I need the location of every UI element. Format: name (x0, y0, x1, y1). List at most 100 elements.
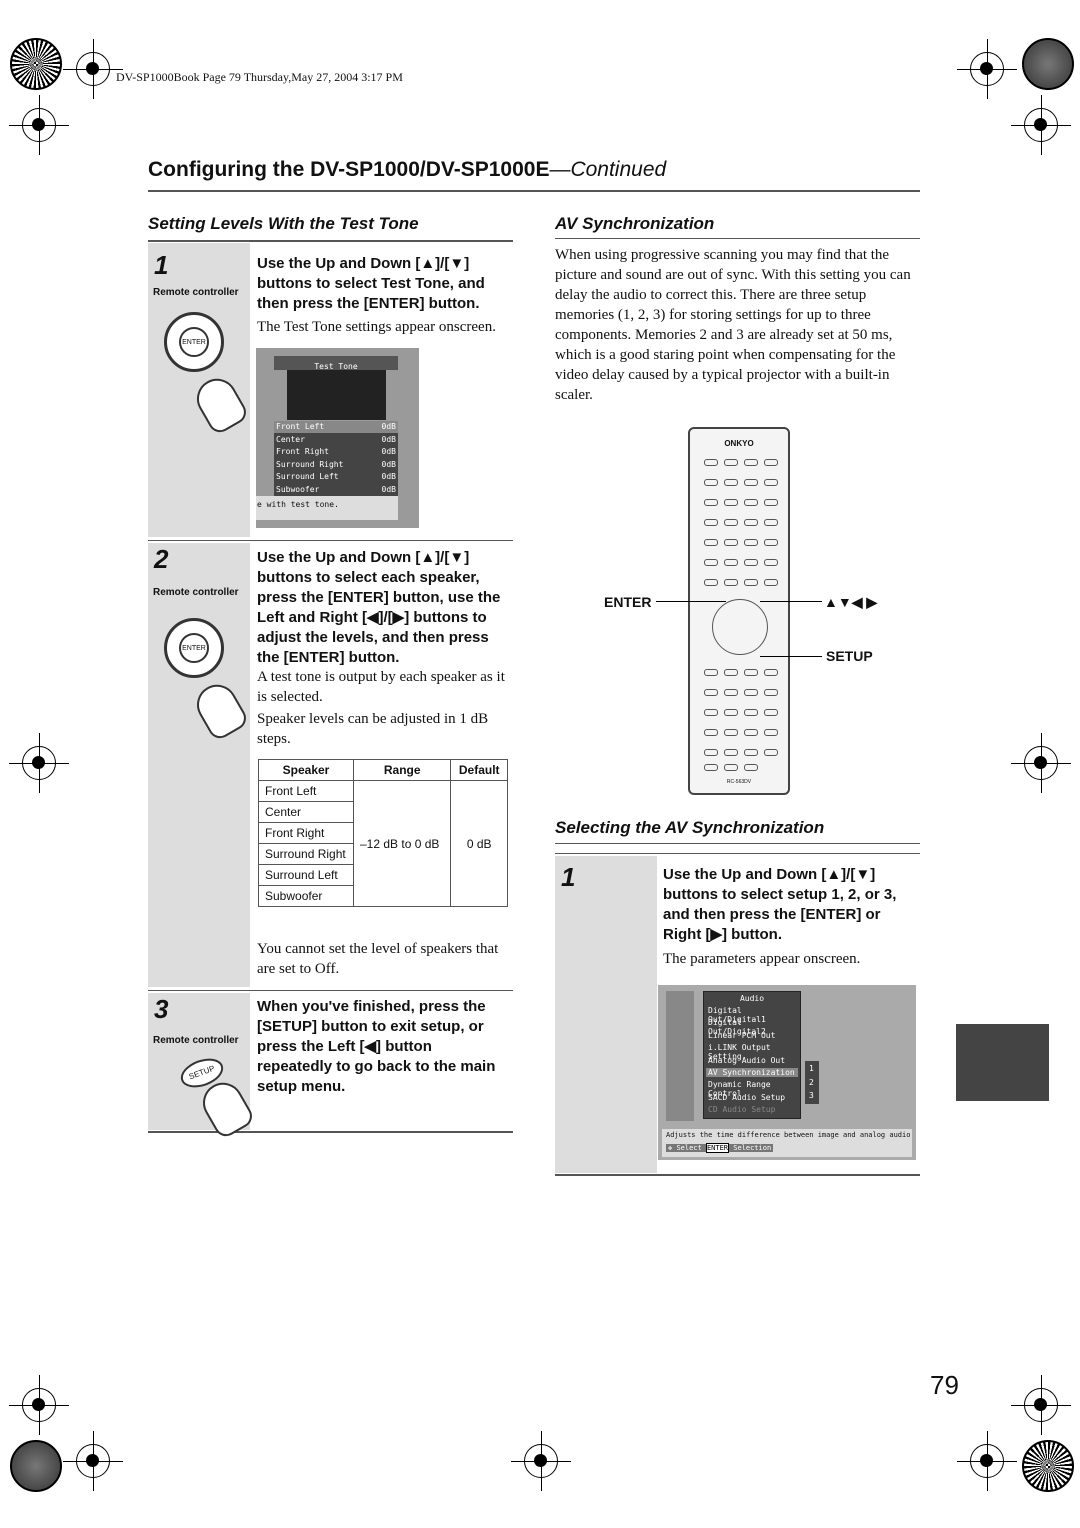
remote-button-icon (764, 479, 778, 486)
remote-button-icon (704, 539, 718, 546)
crosshair-mark (63, 1431, 123, 1491)
crosshair-mark (511, 1431, 571, 1491)
remote-button-icon (724, 479, 738, 486)
remote-dial-icon: ENTER (164, 618, 224, 678)
remote-button-icon (704, 764, 718, 771)
divider (555, 843, 920, 844)
remote-button-icon (744, 689, 758, 696)
remote-button-icon (764, 579, 778, 586)
divider (148, 1131, 513, 1133)
title-rule (148, 190, 920, 192)
remote-label: Remote controller (153, 1035, 239, 1046)
test-tone-screen: Test Tone Front Left 0dB Center 0dB Front Ri… (256, 348, 419, 528)
remote-button-icon (744, 459, 758, 466)
crosshair-mark (63, 39, 123, 99)
divider (555, 853, 920, 854)
osd-row: Center 0dB (276, 434, 396, 444)
setup-callout: SETUP (826, 648, 873, 664)
remote-button-icon (724, 689, 738, 696)
remote-button-icon (724, 459, 738, 466)
arrows-callout: ▲▼◀ ▶ (824, 594, 878, 610)
remote-button-icon (724, 499, 738, 506)
remote-button-icon (724, 729, 738, 736)
crosshair-mark (9, 733, 69, 793)
av-sync-screen: Audio Digital Out/Digital1 Digital Out/Di… (658, 985, 916, 1160)
remote-label: Remote controller (153, 587, 239, 598)
osd-menu-item: Analog Audio Out (708, 1055, 786, 1065)
osd-row: Front Left 0dB (274, 421, 398, 433)
divider (148, 240, 513, 242)
print-header: DV-SP1000Book Page 79 Thursday,May 27, 2… (116, 70, 403, 84)
remote-button-icon (704, 749, 718, 756)
remote-button-icon (724, 764, 738, 771)
registration-wheel (1022, 38, 1074, 90)
remote-button-icon (724, 559, 738, 566)
step-instruction: When you've finished, press the [SETUP] … (257, 998, 496, 1095)
step-instruction: Use the Up and Down [▲]/[▼] buttons to s… (257, 549, 501, 666)
remote-button-icon (764, 709, 778, 716)
crosshair-mark (1011, 733, 1071, 793)
divider (555, 238, 920, 239)
remote-button-icon (704, 669, 718, 676)
section-heading: AV Synchronization (555, 214, 715, 233)
remote-button-icon (704, 689, 718, 696)
remote-button-icon (764, 519, 778, 526)
osd-menu-item: SACD Audio Setup (708, 1092, 786, 1102)
remote-button-icon (724, 539, 738, 546)
remote-button-icon (724, 749, 738, 756)
crosshair-mark (957, 39, 1017, 99)
section-heading: Setting Levels With the Test Tone (148, 214, 419, 233)
registration-wheel (1022, 1440, 1074, 1492)
step-text: The Test Tone settings appear onscreen. (257, 319, 496, 335)
remote-button-icon (704, 459, 718, 466)
step-number: 2 (154, 544, 169, 574)
remote-control-illustration: ONKYO RC-563DV (688, 427, 790, 795)
remote-button-icon (764, 499, 778, 506)
crosshair-mark (957, 1431, 1017, 1491)
osd-row: Surround Left 0dB (276, 472, 396, 481)
remote-button-icon (744, 499, 758, 506)
step-number: 1 (154, 250, 169, 280)
divider (148, 540, 513, 541)
remote-button-icon (704, 709, 718, 716)
osd-row: Subwoofer 0dB (276, 484, 396, 494)
remote-button-icon (744, 539, 758, 546)
remote-button-icon (744, 579, 758, 586)
remote-button-icon (724, 669, 738, 676)
note-text: You cannot set the level of speakers tha… (257, 941, 499, 977)
osd-row: Surround Right 0dB (276, 459, 396, 469)
divider (555, 1174, 920, 1176)
remote-button-icon (744, 669, 758, 676)
remote-button-icon (724, 709, 738, 716)
speaker-level-table: Speaker Range Default Front Left –12 dB to … (258, 759, 508, 907)
enter-callout: ENTER (604, 594, 652, 610)
speaker-icons (287, 370, 386, 420)
remote-button-icon (724, 579, 738, 586)
remote-button-icon (724, 519, 738, 526)
remote-button-icon (744, 729, 758, 736)
remote-button-icon (764, 689, 778, 696)
remote-button-icon (764, 459, 778, 466)
crosshair-mark (1011, 1375, 1071, 1435)
page-title: Configuring the DV-SP1000/DV-SP1000E—Con… (148, 158, 667, 181)
osd-menu-item: CD Audio Setup (708, 1105, 776, 1115)
remote-label: Remote controller (153, 287, 239, 298)
remote-button-icon (704, 499, 718, 506)
divider (148, 990, 513, 991)
remote-button-icon (764, 539, 778, 546)
remote-button-icon (744, 749, 758, 756)
section-heading: Selecting the AV Synchronization (555, 818, 825, 837)
intro-text: When using progressive scanning you may … (555, 247, 911, 403)
registration-wheel (10, 1440, 62, 1492)
crosshair-mark (9, 1375, 69, 1435)
remote-button-icon (764, 559, 778, 566)
remote-button-icon (744, 479, 758, 486)
section-tab (956, 1024, 1049, 1101)
osd-menu-item: Linear PCM Out (708, 1030, 776, 1040)
step-text: The parameters appear onscreen. (663, 951, 861, 967)
registration-wheel (10, 38, 62, 90)
remote-button-icon (764, 729, 778, 736)
remote-dial-icon: ENTER (164, 312, 224, 372)
remote-button-icon (744, 764, 758, 771)
remote-button-icon (704, 559, 718, 566)
